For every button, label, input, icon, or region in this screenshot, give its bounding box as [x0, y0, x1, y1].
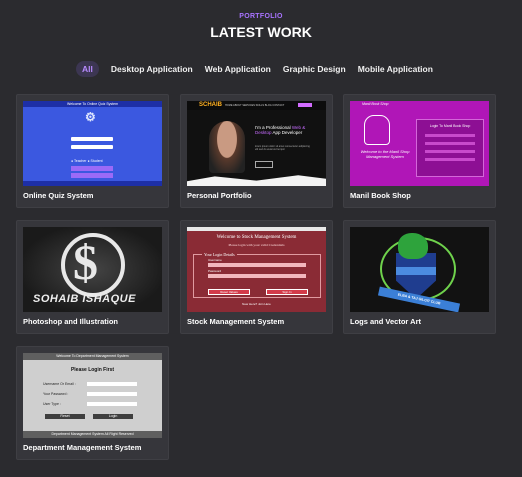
- filter-web-application[interactable]: Web Application: [205, 64, 271, 74]
- field: [425, 142, 475, 145]
- stock-footer: New Here? Join Here: [242, 302, 271, 306]
- hire-button: [298, 103, 312, 107]
- dept-screenshot[interactable]: Welcome To Department Management System …: [23, 353, 162, 438]
- username-label: Username: [208, 258, 222, 262]
- filter-mobile-application[interactable]: Mobile Application: [358, 64, 433, 74]
- app-title: Manil Book Shop: [362, 102, 389, 106]
- login-heading: Please Login First: [70, 367, 115, 373]
- site-brand: SCHAIB: [199, 102, 223, 108]
- project-title: Department Management System: [23, 443, 142, 452]
- reader-icon: [364, 115, 390, 145]
- login-heading: Login To Manil Book Shop: [429, 124, 471, 128]
- email-label: Username Or Email :: [43, 382, 76, 386]
- stock-screenshot[interactable]: Welcome to Stock Management System Pleas…: [187, 227, 326, 312]
- password-input: [208, 274, 306, 278]
- window-titlebar: Welcome To Department Management System: [23, 353, 162, 360]
- quiz-logo-icon: ⚙: [85, 110, 96, 124]
- login-fieldset: Your Login Details Username Password Res…: [193, 252, 321, 298]
- stock-subheading: Please login with your valid Credentials: [228, 243, 285, 247]
- project-card-online-quiz[interactable]: Welcome To Online Quiz System ⚙ ● Teache…: [16, 94, 169, 208]
- project-title: Manil Book Shop: [350, 191, 411, 200]
- field: [425, 134, 475, 137]
- welcome-text: Welcome to the Manil Shop Management Sys…: [360, 149, 410, 159]
- profile-photo: [209, 121, 245, 173]
- field: [425, 150, 475, 153]
- window-title: Welcome To Online Quiz System: [66, 102, 119, 106]
- bookshop-screenshot[interactable]: Manil Book Shop Welcome to the Manil Sho…: [350, 101, 489, 186]
- field: [425, 158, 475, 161]
- signup-button: [71, 173, 113, 178]
- password-label: Your Password :: [43, 392, 69, 396]
- role-radios: ● Teacher ● Student: [71, 159, 103, 163]
- password-input: [87, 392, 137, 396]
- shield-stripe: [396, 267, 436, 275]
- password-input: [71, 145, 113, 149]
- password-label: Password: [208, 269, 222, 273]
- project-title: Logs and Vector Art: [350, 317, 421, 326]
- site-nav-links: HOME ABOUT SERVICES SKILLS BLOG CONTACT: [225, 104, 285, 107]
- login-button: [71, 166, 113, 171]
- project-card-personal-portfolio[interactable]: SCHAIB HOME ABOUT SERVICES SKILLS BLOG C…: [180, 94, 333, 208]
- project-title: Personal Portfolio: [187, 191, 252, 200]
- login-button: Login: [93, 414, 133, 419]
- signin-button: Sign In: [266, 289, 308, 295]
- section-title: LATEST WORK: [210, 24, 312, 40]
- email-input: [87, 382, 137, 386]
- filter-graphic-design[interactable]: Graphic Design: [283, 64, 346, 74]
- window-footer: Department Management System All Right R…: [23, 431, 162, 438]
- project-card-photoshop[interactable]: $ SOHAIB ISHAQUE Photoshop and Illustrat…: [16, 220, 169, 334]
- stock-heading: Welcome to Stock Management System: [216, 235, 297, 240]
- window-footer: [23, 181, 162, 186]
- hero-headline: I'm a Professional Web & Desktop App Dev…: [255, 125, 306, 135]
- hero-paragraph: lorem ipsum dolor sit amet consectetur a…: [255, 145, 310, 151]
- username-input: [208, 263, 306, 267]
- login-panel: Login To Manil Book Shop: [416, 119, 484, 177]
- project-card-manil-book-shop[interactable]: Manil Book Shop Welcome to the Manil Sho…: [343, 94, 496, 208]
- portfolio-screenshot[interactable]: SCHAIB HOME ABOUT SERVICES SKILLS BLOG C…: [187, 101, 326, 186]
- logo-name: SOHAIB ISHAQUE: [33, 293, 136, 305]
- resume-button: [255, 161, 273, 168]
- filter-all[interactable]: All: [76, 61, 99, 77]
- reset-button: Reset: [45, 414, 85, 419]
- project-title: Stock Management System: [187, 317, 285, 326]
- project-card-stock-management[interactable]: Welcome to Stock Management System Pleas…: [180, 220, 333, 334]
- logo-monogram-icon: $: [73, 234, 98, 290]
- vector-logo[interactable]: ELBA & TAJ GILGIT CLUB: [350, 227, 489, 312]
- window-titlebar: [187, 227, 326, 231]
- filter-desktop-application[interactable]: Desktop Application: [111, 64, 193, 74]
- project-card-logs-vector[interactable]: ELBA & TAJ GILGIT CLUB Logs and Vector A…: [343, 220, 496, 334]
- fieldset-legend: Your Login Details: [202, 252, 237, 257]
- logo-artwork[interactable]: $ SOHAIB ISHAQUE: [23, 227, 162, 312]
- hero-wave: [187, 175, 326, 186]
- project-title: Online Quiz System: [23, 191, 94, 200]
- usertype-label: User Type :: [43, 402, 61, 406]
- project-title: Photoshop and Illustration: [23, 317, 118, 326]
- section-eyebrow: PORTFOLIO: [239, 13, 283, 20]
- player-icon: [398, 233, 428, 259]
- project-card-department-management[interactable]: Welcome To Department Management System …: [16, 346, 169, 460]
- filter-bar: All Desktop Application Web Application …: [76, 61, 433, 77]
- usertype-select: [87, 402, 137, 406]
- reset-button: Reset Values: [208, 289, 250, 295]
- quiz-screenshot[interactable]: Welcome To Online Quiz System ⚙ ● Teache…: [23, 101, 162, 186]
- username-input: [71, 137, 113, 141]
